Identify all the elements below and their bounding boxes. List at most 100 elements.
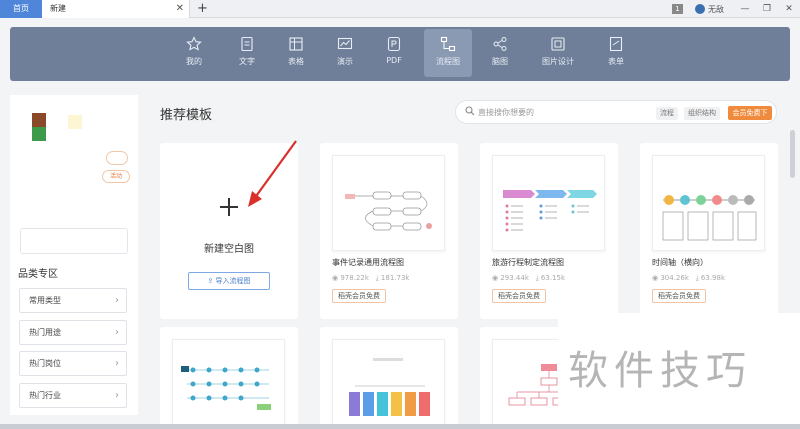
presentation-icon xyxy=(337,37,353,50)
process-preview xyxy=(349,358,430,416)
flowchart-icon xyxy=(440,36,456,52)
timeline-preview xyxy=(662,195,757,241)
scrollbar-thumb[interactable] xyxy=(790,130,795,178)
flowchart-preview xyxy=(345,191,432,231)
annotation-arrow xyxy=(248,140,297,207)
tab-new-label: 新建 xyxy=(50,4,66,13)
chevron-right-icon: › xyxy=(115,327,119,338)
document-icon xyxy=(241,36,253,52)
template-card[interactable] xyxy=(160,327,298,429)
category-label: 我的 xyxy=(186,57,202,66)
template-card[interactable]: 事件记录通用流程图 ◉ 978.22k ⤓ 181.73k 稻壳会员免费 xyxy=(320,143,458,319)
category-label: 脑图 xyxy=(492,57,508,66)
import-flowchart-button[interactable]: ⇪ 导入流程图 xyxy=(188,272,270,290)
travel-flowchart-preview xyxy=(503,190,597,232)
template-stats: ◉ 978.22k ⤓ 181.73k xyxy=(332,274,409,283)
download-count: 181.73k xyxy=(380,274,410,282)
restore-icon[interactable]: ❐ xyxy=(756,4,778,14)
template-thumbnail xyxy=(332,339,445,425)
process-preview xyxy=(181,366,271,410)
plus-icon xyxy=(220,198,238,216)
category-sheet[interactable]: 表格 xyxy=(272,29,320,77)
notification-badge[interactable]: 1 xyxy=(672,4,683,14)
upload-icon: ⇪ xyxy=(207,277,216,285)
promo-pill-label: 活动 xyxy=(102,170,130,183)
search-input[interactable]: 直接搜你想要的 xyxy=(478,107,534,118)
avatar[interactable] xyxy=(695,4,705,14)
table-icon xyxy=(289,37,303,51)
image-design-icon xyxy=(551,37,565,51)
category-flowchart[interactable]: 流程图 xyxy=(424,29,472,77)
form-icon xyxy=(609,36,623,52)
member-free-badge: 稻壳会员免费 xyxy=(332,289,386,303)
taskbar xyxy=(0,424,800,429)
window-controls: 1 无敌 — ❐ ✕ xyxy=(672,0,800,18)
promo-graphic xyxy=(68,115,82,129)
new-blank-label: 新建空白图 xyxy=(204,244,254,255)
new-tab-button[interactable]: + xyxy=(197,0,208,18)
promo-pill xyxy=(106,151,128,165)
minimize-icon[interactable]: — xyxy=(734,4,756,14)
category-bar: 我的 文字 表格 演示 PDF 流程图 脑图 图片设计 表单 xyxy=(10,27,790,81)
category-mindmap[interactable]: 脑图 xyxy=(476,29,524,77)
sidebar-item-common-types[interactable]: 常用类型 › xyxy=(19,288,127,313)
page-title: 推荐模板 xyxy=(160,108,213,123)
watermark-text: 软件技巧 xyxy=(568,348,752,394)
tab-home[interactable]: 首页 xyxy=(0,0,42,18)
category-text[interactable]: 文字 xyxy=(223,29,271,77)
tab-close-icon[interactable]: ✕ xyxy=(176,0,184,18)
left-sidebar: 活动 品类专区 常用类型 › 热门用途 › 热门岗位 › 热门行业 › xyxy=(10,95,138,415)
category-image-design[interactable]: 图片设计 xyxy=(534,29,582,77)
category-label: 图片设计 xyxy=(542,57,574,66)
username[interactable]: 无敌 xyxy=(708,4,724,15)
template-title: 事件记录通用流程图 xyxy=(332,258,404,267)
view-count: 293.44k xyxy=(500,274,529,282)
template-title: 旅游行程制定流程图 xyxy=(492,258,564,267)
promo-input-box[interactable] xyxy=(20,228,128,254)
pdf-icon xyxy=(387,36,401,52)
member-free-badge: 稻壳会员免费 xyxy=(652,289,706,303)
category-label: 表单 xyxy=(608,57,624,66)
template-card[interactable] xyxy=(320,327,458,429)
sidebar-item-hot-positions[interactable]: 热门岗位 › xyxy=(19,351,127,376)
search-bar[interactable]: 直接搜你想要的 流程 组织结构 会员免费下 xyxy=(455,100,777,124)
category-label: PDF xyxy=(386,56,402,65)
chevron-right-icon: › xyxy=(115,390,119,401)
member-free-badge: 稻壳会员免费 xyxy=(492,289,546,303)
template-thumbnail xyxy=(172,339,285,425)
search-tag[interactable]: 组织结构 xyxy=(684,107,720,120)
import-label: 导入流程图 xyxy=(215,277,251,285)
category-label: 流程图 xyxy=(436,57,460,66)
free-download-button[interactable]: 会员免费下 xyxy=(728,106,772,120)
sidebar-item-hot-uses[interactable]: 热门用途 › xyxy=(19,320,127,345)
template-thumbnail xyxy=(492,155,605,251)
category-presentation[interactable]: 演示 xyxy=(321,29,369,77)
sidebar-item-label: 热门岗位 xyxy=(29,359,61,368)
section-title: 品类专区 xyxy=(18,269,58,280)
watermark: 软件技巧 xyxy=(558,313,800,429)
promo-graphic xyxy=(32,113,46,127)
category-pdf[interactable]: PDF xyxy=(370,29,418,77)
window-close-icon[interactable]: ✕ xyxy=(778,4,800,14)
download-count: 63.15k xyxy=(540,274,565,282)
sidebar-item-label: 热门用途 xyxy=(29,328,61,337)
category-label: 演示 xyxy=(337,57,353,66)
view-count: 978.22k xyxy=(340,274,369,282)
template-card[interactable]: 时间轴（横向） ◉ 304.26k ⤓ 63.98k 稻壳会员免费 xyxy=(640,143,778,319)
download-count: 63.98k xyxy=(700,274,725,282)
category-form[interactable]: 表单 xyxy=(592,29,640,77)
search-tag[interactable]: 流程 xyxy=(656,107,678,120)
template-stats: ◉ 293.44k ⤓ 63.15k xyxy=(492,274,565,283)
sidebar-item-label: 常用类型 xyxy=(29,296,61,305)
category-label: 表格 xyxy=(288,57,304,66)
template-card[interactable]: 旅游行程制定流程图 ◉ 293.44k ⤓ 63.15k 稻壳会员免费 xyxy=(480,143,618,319)
template-thumbnail xyxy=(652,155,765,251)
view-count: 304.26k xyxy=(660,274,689,282)
star-icon xyxy=(186,36,202,51)
template-thumbnail xyxy=(332,155,445,251)
tab-new[interactable]: 新建 ✕ xyxy=(42,0,190,18)
tab-bar: 首页 新建 ✕ + 1 无敌 — ❐ ✕ xyxy=(0,0,800,18)
promo-banner[interactable]: 活动 xyxy=(10,95,138,263)
category-mine[interactable]: 我的 xyxy=(170,29,218,77)
sidebar-item-hot-industries[interactable]: 热门行业 › xyxy=(19,383,127,408)
